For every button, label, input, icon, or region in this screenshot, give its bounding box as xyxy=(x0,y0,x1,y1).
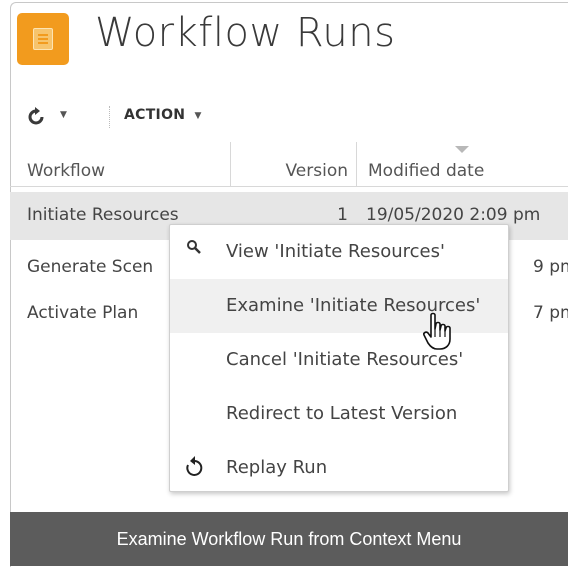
search-icon xyxy=(187,240,201,254)
menu-item-view[interactable]: View 'Initiate Resources' xyxy=(170,225,508,279)
grid-header: Workflow Version Modified date xyxy=(10,142,568,187)
refresh-button[interactable]: ▼ xyxy=(20,104,72,128)
menu-item-replay[interactable]: Replay Run xyxy=(170,441,508,495)
action-button-label: ACTION xyxy=(124,107,186,123)
menu-item-label: View 'Initiate Resources' xyxy=(226,241,445,262)
workflow-app-icon xyxy=(17,13,69,65)
cell-workflow: Initiate Resources xyxy=(27,205,179,225)
replay-icon xyxy=(186,456,203,476)
cell-modified-date: 7 pm xyxy=(533,303,568,323)
refresh-dropdown-chevron-icon: ▼ xyxy=(60,110,67,120)
context-menu: View 'Initiate Resources' Examine 'Initi… xyxy=(169,224,509,492)
menu-item-redirect[interactable]: Redirect to Latest Version xyxy=(170,387,508,441)
page-title: Workflow Runs xyxy=(95,10,396,56)
sort-descending-icon xyxy=(455,146,469,153)
column-header-version[interactable]: Version xyxy=(230,142,356,186)
menu-item-label: Replay Run xyxy=(226,457,328,478)
cell-workflow: Generate Scen xyxy=(27,257,154,277)
toolbar-divider xyxy=(109,106,110,128)
column-header-workflow[interactable]: Workflow xyxy=(27,142,227,186)
toolbar: ▼ ACTION ▼ xyxy=(20,104,320,128)
hand-pointer-icon xyxy=(423,312,451,350)
action-menu-button[interactable]: ACTION ▼ xyxy=(124,107,202,123)
menu-item-examine[interactable]: Examine 'Initiate Resources' xyxy=(170,279,508,333)
cell-workflow: Activate Plan xyxy=(27,303,139,323)
refresh-icon xyxy=(28,107,44,125)
menu-item-label: Redirect to Latest Version xyxy=(226,403,458,424)
menu-item-cancel[interactable]: Cancel 'Initiate Resources' xyxy=(170,333,508,387)
action-chevron-down-icon: ▼ xyxy=(194,111,202,121)
caption-banner: Examine Workflow Run from Context Menu xyxy=(10,512,568,566)
cell-modified-date: 9 pm xyxy=(533,257,568,277)
